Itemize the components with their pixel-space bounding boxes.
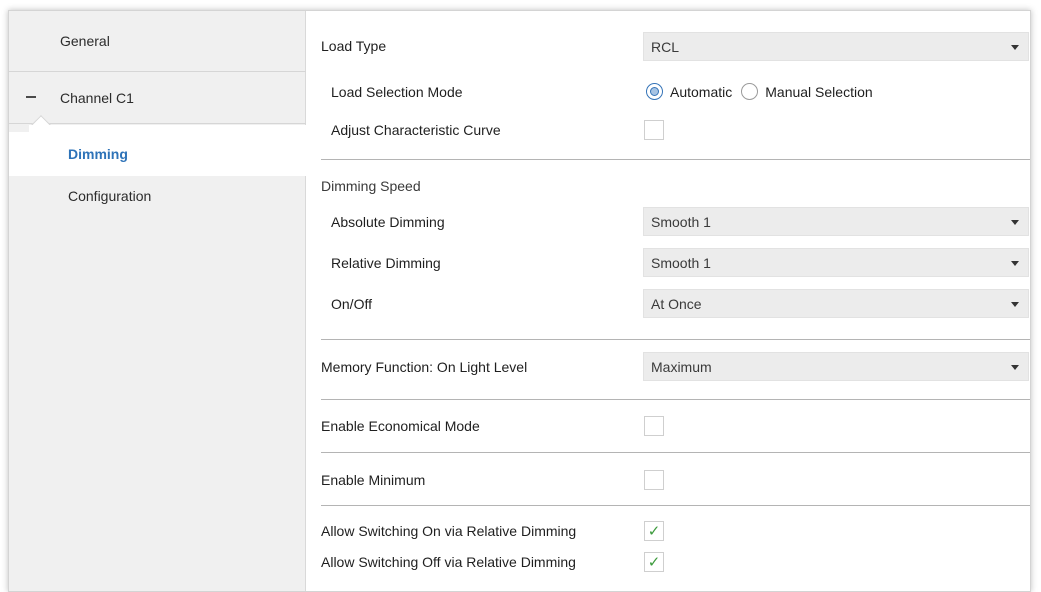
check-icon: ✓	[647, 552, 661, 571]
divider	[321, 159, 1030, 160]
divider	[321, 339, 1030, 340]
load-type-label: Load Type	[321, 38, 387, 54]
relative-dimming-row: Relative Dimming Smooth 1	[307, 248, 1030, 278]
divider	[321, 399, 1030, 400]
allow-switch-off-row: Allow Switching Off via Relative Dimming…	[307, 549, 1030, 575]
sidebar-item-label: Dimming	[68, 146, 128, 162]
minus-icon[interactable]	[26, 96, 36, 98]
chevron-down-icon	[1011, 45, 1019, 50]
memory-function-row: Memory Function: On Light Level Maximum	[307, 352, 1030, 382]
enable-minimum-label: Enable Minimum	[321, 472, 426, 488]
economical-mode-checkbox[interactable]	[644, 416, 664, 436]
allow-switch-on-label: Allow Switching On via Relative Dimming	[321, 523, 577, 539]
window: General Channel C1 Dimming Configuration…	[8, 10, 1031, 592]
sidebar-item-label: Configuration	[68, 188, 152, 204]
chevron-down-icon	[1011, 365, 1019, 370]
relative-dimming-label: Relative Dimming	[331, 255, 441, 271]
dropdown-value: At Once	[651, 295, 702, 312]
allow-switch-on-row: Allow Switching On via Relative Dimming …	[307, 518, 1030, 544]
adjust-curve-label: Adjust Characteristic Curve	[331, 122, 501, 138]
radio-manual-selection-label[interactable]: Manual Selection	[765, 84, 872, 100]
radio-automatic-label[interactable]: Automatic	[670, 84, 732, 100]
sidebar-item-dimming[interactable]: Dimming	[9, 132, 307, 176]
radio-automatic[interactable]	[646, 83, 663, 100]
allow-switch-off-checkbox[interactable]: ✓	[644, 552, 664, 572]
radio-manual-selection[interactable]	[741, 83, 759, 100]
onoff-dropdown[interactable]: At Once	[643, 289, 1029, 318]
load-selection-radio-group: Automatic Manual Selection	[646, 83, 882, 100]
adjust-curve-checkbox[interactable]	[644, 120, 664, 140]
memory-function-dropdown[interactable]: Maximum	[643, 352, 1029, 381]
enable-minimum-row: Enable Minimum	[307, 467, 1030, 493]
divider	[321, 505, 1030, 506]
dropdown-value: Maximum	[651, 358, 712, 375]
adjust-curve-row: Adjust Characteristic Curve	[307, 117, 1030, 143]
load-selection-row: Load Selection Mode Automatic Manual Sel…	[307, 79, 1030, 105]
absolute-dimming-row: Absolute Dimming Smooth 1	[307, 207, 1030, 237]
dropdown-value: Smooth 1	[651, 213, 711, 230]
absolute-dimming-dropdown[interactable]: Smooth 1	[643, 207, 1029, 236]
sidebar-item-label: General	[60, 33, 110, 49]
memory-function-label: Memory Function: On Light Level	[321, 359, 528, 375]
dropdown-value: RCL	[651, 38, 680, 55]
load-type-dropdown[interactable]: RCL	[643, 32, 1029, 61]
absolute-dimming-label: Absolute Dimming	[331, 214, 445, 230]
relative-dimming-dropdown[interactable]: Smooth 1	[643, 248, 1029, 277]
load-selection-label: Load Selection Mode	[331, 84, 463, 100]
allow-switch-on-checkbox[interactable]: ✓	[644, 521, 664, 541]
parameters-panel: Load Type RCL Load Selection Mode Automa…	[307, 11, 1030, 591]
sidebar-item-channel-c1[interactable]: Channel C1	[9, 72, 306, 124]
chevron-down-icon	[1011, 261, 1019, 266]
economical-mode-row: Enable Economical Mode	[307, 413, 1030, 439]
sidebar-item-general[interactable]: General	[9, 11, 306, 72]
economical-mode-label: Enable Economical Mode	[321, 418, 480, 434]
enable-minimum-checkbox[interactable]	[644, 470, 664, 490]
divider	[321, 452, 1030, 453]
chevron-down-icon	[1011, 220, 1019, 225]
allow-switch-off-label: Allow Switching Off via Relative Dimming	[321, 554, 576, 570]
sidebar: General Channel C1 Dimming Configuration	[9, 11, 307, 591]
onoff-row: On/Off At Once	[307, 289, 1030, 319]
dimming-speed-header: Dimming Speed	[307, 174, 1030, 198]
load-type-row: Load Type RCL	[307, 31, 1030, 61]
sidebar-item-label: Channel C1	[60, 89, 134, 106]
onoff-label: On/Off	[331, 296, 372, 312]
sidebar-item-configuration[interactable]: Configuration	[9, 181, 306, 211]
dropdown-value: Smooth 1	[651, 254, 711, 271]
chevron-down-icon	[1011, 302, 1019, 307]
check-icon: ✓	[647, 521, 661, 540]
section-title: Dimming Speed	[321, 178, 421, 194]
